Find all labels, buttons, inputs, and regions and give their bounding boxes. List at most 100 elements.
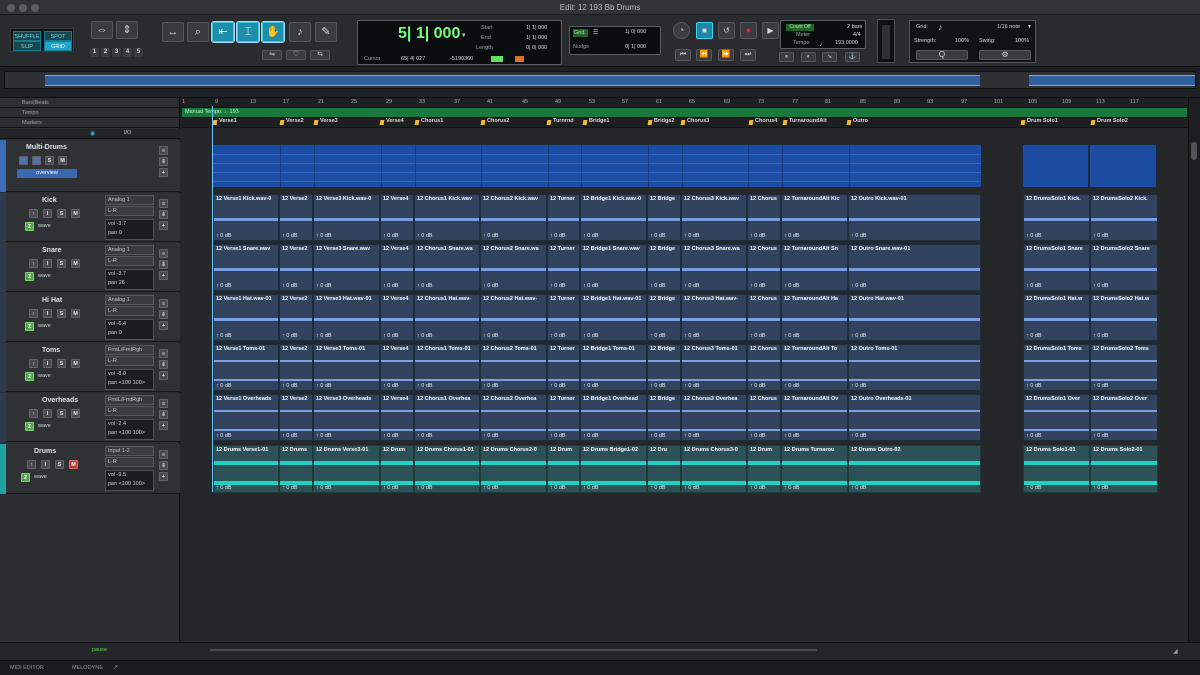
start-value[interactable]: 1| 1| 000 <box>526 25 547 31</box>
track-volume-pan[interactable]: vol -3.7 pan 26 <box>105 269 154 290</box>
multidrums-solo-button[interactable]: S <box>45 156 54 165</box>
track-input-output[interactable]: Input 1-2 <box>105 446 154 456</box>
nudge-value[interactable]: 0| 1| 000 <box>625 44 646 50</box>
track-volume-pan[interactable]: vol -6.4 pan 0 <box>105 319 154 340</box>
pencil-tool-icon[interactable]: ✎ <box>315 22 337 42</box>
audio-clip[interactable]: 12 Chorus3 Toms-01 ↑ 0 dB <box>681 344 747 391</box>
track-collapse-icon[interactable]: ⇩ <box>159 410 168 419</box>
audio-clip[interactable]: 12 Bridge ↑ 0 dB <box>647 344 681 391</box>
track-name[interactable]: Drums <box>34 448 56 455</box>
audio-clip[interactable]: 12 Bridge ↑ 0 dB <box>647 244 681 291</box>
track-mute-button[interactable]: M <box>71 259 80 268</box>
marker-flag-verse1[interactable] <box>212 120 218 125</box>
track-expand-icon[interactable]: ≡ <box>159 199 168 208</box>
spot-mode-button[interactable]: SPOT <box>44 31 72 41</box>
track-view-selector[interactable]: wave <box>38 423 51 429</box>
audio-clip[interactable]: 12 Drums Bridge1-02 ↑ 0 dB <box>580 445 647 493</box>
marker-flag-bridge2[interactable] <box>647 120 653 125</box>
audio-clip[interactable]: 12 Outro Snare.wav-01 ↑ 0 dB <box>848 244 981 291</box>
multidrums-record-button[interactable] <box>32 156 41 165</box>
main-counter[interactable]: 5| 1| 000 <box>398 25 460 43</box>
audio-clip[interactable]: 12 Chorus1 Snare.wa ↑ 0 dB <box>414 244 480 291</box>
audio-clip[interactable]: 12 DrumsSolo2 Kick. ↑ 0 dB <box>1090 194 1158 241</box>
audio-clip[interactable]: 12 Drums Verse1-01 ↑ 0 dB <box>213 445 279 493</box>
track-name[interactable]: Toms <box>42 347 60 354</box>
track-input-button[interactable]: I <box>43 209 52 218</box>
audio-clip[interactable]: 12 Chorus ↑ 0 dB <box>747 194 781 241</box>
track-add-icon[interactable]: + <box>159 472 168 481</box>
track-input-button[interactable]: I <box>43 359 52 368</box>
audio-clip[interactable]: 12 Verse3 Kick.wav-0 ↑ 0 dB <box>313 194 380 241</box>
audio-clip[interactable]: 12 Bridge1 Kick.wav-0 ↑ 0 dB <box>580 194 647 241</box>
audio-clip[interactable]: 12 Verse2 ↑ 0 dB <box>279 294 313 341</box>
audio-clip[interactable]: 12 Verse1 Snare.wav ↑ 0 dB <box>213 244 279 291</box>
zoom-preset-5[interactable]: 5 <box>134 48 143 57</box>
audio-clip[interactable]: 12 TurnaroundAlt Sn ↑ 0 dB <box>781 244 848 291</box>
audio-clip[interactable]: 12 Verse4 ↑ 0 dB <box>380 344 414 391</box>
window-resize-icon[interactable]: ◢ <box>1173 648 1178 655</box>
shuffle-mode-button[interactable]: SHUFFLE <box>13 31 41 41</box>
audio-clip[interactable]: 12 Verse4 ↑ 0 dB <box>380 294 414 341</box>
marker-verse1[interactable]: Verse1 <box>219 118 237 124</box>
track-input-button[interactable]: I <box>43 409 52 418</box>
wait-icon[interactable]: ◐ <box>801 52 816 62</box>
audio-clip[interactable]: 12 Verse3 Snare.wav ↑ 0 dB <box>313 244 380 291</box>
audio-clip[interactable]: 12 Bridge1 Toms-01 ↑ 0 dB <box>580 344 647 391</box>
track-collapse-icon[interactable]: ⇩ <box>159 260 168 269</box>
track-expand-icon[interactable]: ≡ <box>159 450 168 459</box>
loop-button-icon[interactable]: ↺ <box>718 22 735 39</box>
audio-clip[interactable]: 12 DrumsSolo1 Toms ↑ 0 dB <box>1023 344 1090 391</box>
online-icon[interactable]: ◔ <box>673 22 690 39</box>
track-list-icon[interactable]: ◉ <box>90 130 95 137</box>
audio-clip[interactable]: 12 Drum ↑ 0 dB <box>747 445 781 493</box>
track-name[interactable]: Snare <box>42 247 61 254</box>
marker-bridge1[interactable]: Bridge1 <box>589 118 609 124</box>
audio-clip[interactable]: 12 Drums Solo2-01 ↑ 0 dB <box>1090 445 1158 493</box>
track-solo-button[interactable]: S <box>55 460 64 469</box>
slip-mode-button[interactable]: SLIP <box>13 41 41 51</box>
grabber-tool-icon[interactable]: ✋ <box>261 21 285 43</box>
marker-flag-verse4[interactable] <box>379 120 385 125</box>
track-solo-button[interactable]: S <box>57 409 66 418</box>
go-to-start-icon[interactable]: ⏮ <box>675 49 691 61</box>
audio-clip[interactable]: 12 Turner ↑ 0 dB <box>547 294 580 341</box>
marker-flag-chorus3[interactable] <box>680 120 686 125</box>
audio-clip[interactable]: 12 Chorus1 Hat.wav- ↑ 0 dB <box>414 294 480 341</box>
audio-clip[interactable]: 12 Chorus1 Kick.wav ↑ 0 dB <box>414 194 480 241</box>
audio-clip[interactable]: 12 Chorus ↑ 0 dB <box>747 344 781 391</box>
track-expand-icon[interactable]: ≡ <box>159 399 168 408</box>
grid-mode-button[interactable]: GRID <box>44 41 72 51</box>
multidrums-clip[interactable] <box>1022 144 1089 188</box>
track-input-output[interactable]: FrntL/FrntRgh <box>105 345 154 355</box>
overview-button[interactable]: overview <box>17 169 77 178</box>
audio-clip[interactable]: 12 Chorus3 Snare.wa ↑ 0 dB <box>681 244 747 291</box>
audio-clip[interactable]: 12 DrumsSolo2 Over ↑ 0 dB <box>1090 394 1158 441</box>
marker-flag-drum-solo1[interactable] <box>1020 120 1026 125</box>
length-value[interactable]: 0| 0| 000 <box>526 45 547 51</box>
marker-turnaroundalt[interactable]: TurnaroundAlt <box>789 118 827 124</box>
zoom-window-button[interactable] <box>31 4 39 12</box>
audio-clip[interactable]: 12 Bridge1 Snare.wav ↑ 0 dB <box>580 244 647 291</box>
track-add-icon[interactable]: + <box>159 421 168 430</box>
vertical-scrollbar[interactable] <box>1188 98 1200 642</box>
track-view-selector[interactable]: wave <box>38 323 51 329</box>
marker-verse2[interactable]: Verse2 <box>286 118 304 124</box>
marker-flag-bridge1[interactable] <box>582 120 588 125</box>
track-expand-icon[interactable]: ≡ <box>159 249 168 258</box>
audio-clip[interactable]: 12 Drums Outro-02 ↑ 0 dB <box>848 445 981 493</box>
track-record-button[interactable]: ↑ <box>29 309 38 318</box>
marker-drum-solo2[interactable]: Drum Solo2 <box>1097 118 1128 124</box>
track-pan-output[interactable]: L-R <box>105 206 154 216</box>
link-icon[interactable]: ⇋ <box>262 50 282 60</box>
audio-clip[interactable]: 12 Chorus1 Overhea ↑ 0 dB <box>414 394 480 441</box>
audio-clip[interactable]: 12 Verse2 ↑ 0 dB <box>279 244 313 291</box>
audio-clip[interactable]: 12 Verse3 Toms-01 ↑ 0 dB <box>313 344 380 391</box>
melodyne-link-icon[interactable]: ↗ <box>113 664 118 671</box>
minimize-window-button[interactable] <box>19 4 27 12</box>
audio-clip[interactable]: 12 DrumsSolo2 Snare ↑ 0 dB <box>1090 244 1158 291</box>
universe-overview[interactable] <box>4 71 1196 89</box>
zoom-preset-1[interactable]: 1 <box>90 48 99 57</box>
audio-clip[interactable]: 12 Verse3 Overheads ↑ 0 dB <box>313 394 380 441</box>
audio-clip[interactable]: 12 Verse2 ↑ 0 dB <box>279 194 313 241</box>
audio-clip[interactable]: 12 Chorus3 Kick.wav ↑ 0 dB <box>681 194 747 241</box>
